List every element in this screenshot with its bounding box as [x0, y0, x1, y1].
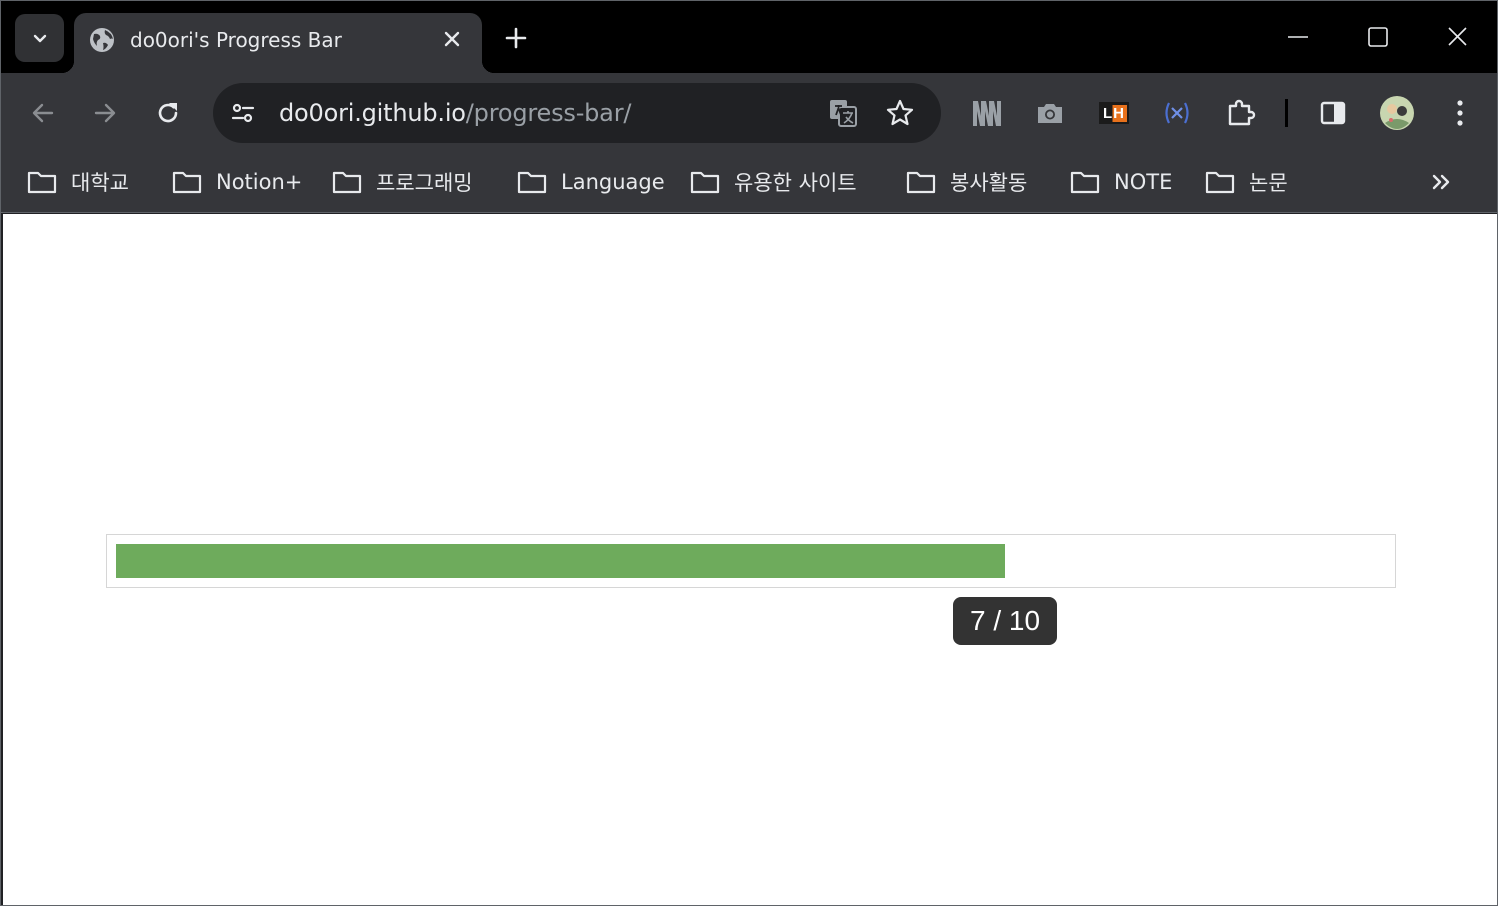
folder-icon	[27, 171, 57, 194]
progress-bar-track	[106, 534, 1396, 588]
new-tab-icon[interactable]	[501, 23, 531, 53]
translate-icon	[830, 100, 857, 127]
bookmark-folder[interactable]: 유용한 사이트	[690, 162, 857, 202]
tab-search-button[interactable]	[15, 14, 64, 62]
bookmark-folder[interactable]: NOTE	[1070, 162, 1172, 202]
folder-icon	[517, 171, 547, 194]
reload-button[interactable]	[148, 93, 188, 133]
mw-logo-icon	[973, 101, 1001, 126]
bookmark-folder[interactable]: 프로그래밍	[332, 162, 473, 202]
toolbar: do0ori.github.io/progress-bar/ LH	[1, 73, 1497, 153]
close-icon[interactable]	[440, 27, 464, 51]
translate-button[interactable]	[823, 93, 863, 133]
bookmark-label: 유용한 사이트	[734, 171, 857, 195]
bookmark-label: 봉사활동	[950, 171, 1028, 195]
bookmark-label: NOTE	[1114, 170, 1173, 194]
arrow-right-icon	[94, 103, 116, 123]
avatar	[1380, 96, 1414, 130]
camera-icon	[1038, 104, 1062, 123]
forward-button[interactable]	[85, 93, 125, 133]
folder-icon	[172, 171, 202, 194]
folder-icon	[906, 171, 936, 194]
bookmark-label: 대학교	[71, 171, 129, 195]
browser-window: do0ori's Progress Bar do0ori.github.io/p…	[0, 0, 1498, 906]
reload-icon	[158, 103, 178, 123]
bookmark-folder[interactable]: 봉사활동	[906, 162, 1027, 202]
star-icon	[886, 99, 914, 126]
extension-wappalyzer[interactable]	[1157, 93, 1197, 133]
extension-monica[interactable]	[967, 93, 1007, 133]
globe-icon	[90, 28, 114, 52]
bookmark-folder[interactable]: 논문	[1205, 162, 1288, 202]
window-close-icon[interactable]	[1439, 21, 1475, 53]
bookmark-label: 논문	[1249, 171, 1288, 195]
side-panel-icon	[1320, 101, 1346, 125]
progress-bar-fill	[116, 544, 1005, 578]
side-panel-button[interactable]	[1313, 93, 1353, 133]
extension-screenshot[interactable]	[1030, 93, 1070, 133]
bookmarks-overflow-button[interactable]	[1427, 162, 1469, 202]
bookmark-label: Language	[561, 170, 665, 194]
site-info-button[interactable]	[223, 93, 263, 133]
bookmark-label: 프로그래밍	[376, 171, 473, 195]
tab-title: do0ori's Progress Bar	[130, 28, 342, 52]
lighthouse-label: LH	[1101, 104, 1127, 122]
page-content: 7 / 10	[3, 214, 1497, 905]
progress-tooltip: 7 / 10	[953, 597, 1057, 645]
omnibox[interactable]: do0ori.github.io/progress-bar/	[213, 83, 941, 143]
url-path: /progress-bar/	[465, 99, 632, 127]
bookmark-folder[interactable]: Notion+	[172, 162, 302, 202]
double-chevron-right-icon	[1432, 174, 1450, 190]
tune-icon	[231, 103, 255, 123]
bookmarks-bar: 대학교 Notion+ 프로그래밍 Language 유용한 사이트 봉사활동 …	[1, 153, 1497, 213]
folder-icon	[332, 171, 362, 194]
bookmark-folder[interactable]: Language	[517, 162, 665, 202]
puzzle-icon	[1228, 99, 1256, 126]
folder-icon	[1205, 171, 1235, 194]
chevron-down-icon	[33, 34, 46, 43]
bookmark-folder[interactable]: 대학교	[27, 162, 129, 202]
folder-icon	[690, 171, 720, 194]
variable-icon	[1165, 102, 1189, 124]
back-button[interactable]	[23, 93, 63, 133]
extensions-button[interactable]	[1221, 93, 1261, 133]
tab-strip: do0ori's Progress Bar	[1, 1, 1497, 73]
bookmark-label: Notion+	[216, 170, 303, 194]
lighthouse-icon: LH	[1099, 102, 1129, 124]
maximize-icon[interactable]	[1359, 21, 1395, 53]
toolbar-divider	[1285, 99, 1288, 127]
more-vert-icon	[1457, 100, 1463, 126]
arrow-left-icon	[32, 103, 54, 123]
folder-icon	[1070, 171, 1100, 194]
tab-active[interactable]: do0ori's Progress Bar	[62, 13, 494, 73]
extension-lighthouse[interactable]: LH	[1094, 93, 1134, 133]
url-text[interactable]: do0ori.github.io/progress-bar/	[279, 99, 631, 127]
url-host: do0ori.github.io	[279, 99, 466, 127]
menu-button[interactable]	[1440, 93, 1480, 133]
minimize-icon[interactable]	[1280, 21, 1316, 53]
bookmark-star-button[interactable]	[880, 93, 920, 133]
profile-button[interactable]	[1377, 93, 1417, 133]
